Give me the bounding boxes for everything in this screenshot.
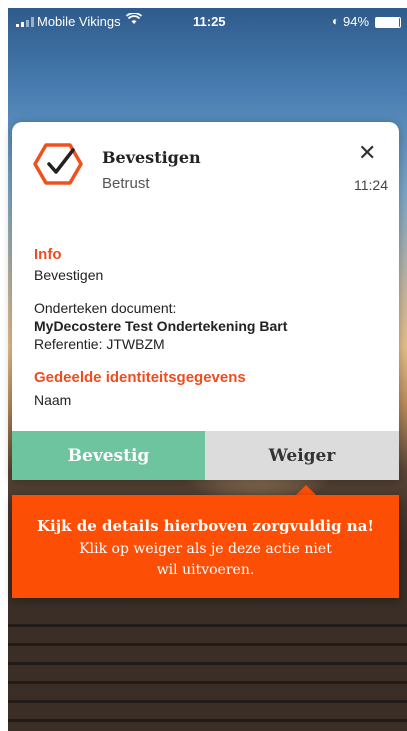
betrust-logo-icon [33, 143, 83, 185]
notification-card: Bevestigen Betrust ✕ 11:24 Info Bevestig… [12, 122, 399, 480]
identity-value: Naam [34, 392, 72, 408]
cellular-signal-icon [16, 17, 34, 27]
info-value: Bevestigen [34, 267, 104, 283]
info-label: Info [34, 246, 62, 263]
document-name: MyDecostere Test Ondertekening Bart [34, 318, 288, 334]
status-time: 11:25 [193, 14, 226, 29]
notification-time: 11:24 [354, 177, 388, 193]
wifi-icon [125, 12, 143, 28]
identity-label: Gedeelde identiteitsgegevens [34, 369, 246, 386]
confirm-button[interactable]: Bevestig [12, 431, 205, 480]
app-name: Betrust [102, 175, 150, 192]
warning-banner: Kijk de details hierboven zorgvuldig na!… [12, 495, 399, 598]
document-reference: Referentie: JTWBZM [34, 336, 165, 352]
warning-line-2: wil uitvoeren. [156, 562, 255, 578]
do-not-disturb-icon: ◐ [332, 14, 340, 28]
banner-pointer [296, 485, 316, 495]
pier-planks [8, 608, 407, 731]
close-icon[interactable]: ✕ [358, 142, 376, 164]
status-bar: Mobile Vikings 11:25 ◐ 94% [8, 8, 407, 36]
battery-percentage: 94% [343, 14, 370, 29]
battery-icon [375, 17, 401, 28]
warning-line-1: Klik op weiger als je deze actie niet [79, 541, 332, 557]
notification-title: Bevestigen [102, 148, 201, 167]
decline-button[interactable]: Weiger [205, 431, 399, 480]
warning-title: Kijk de details hierboven zorgvuldig na! [36, 517, 375, 535]
document-label: Onderteken document: [34, 300, 177, 316]
carrier-name: Mobile Vikings [37, 14, 121, 29]
